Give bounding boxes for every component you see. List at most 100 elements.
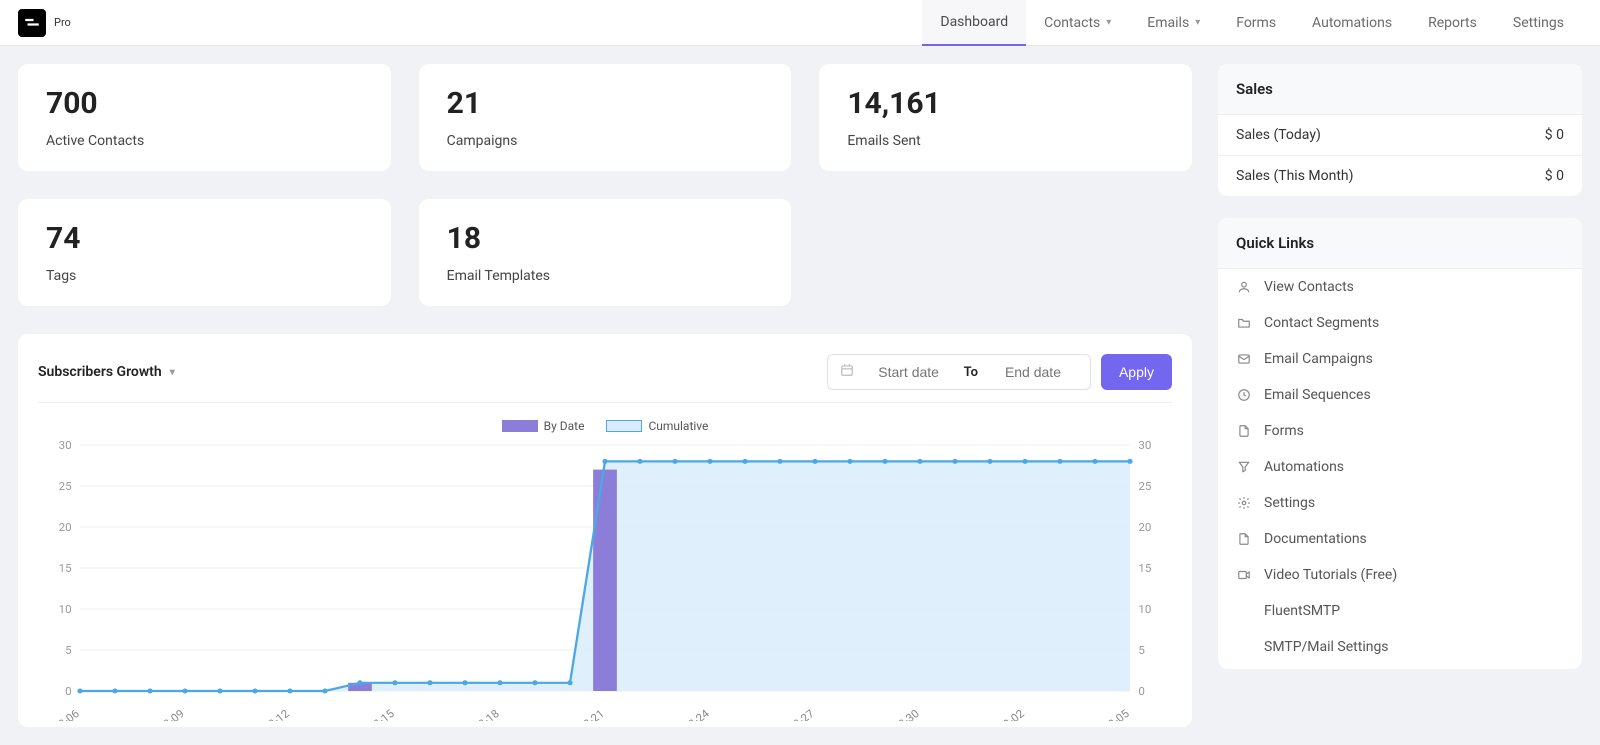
brand: Pro — [18, 9, 71, 37]
svg-text:08-06: 08-06 — [51, 707, 82, 721]
sales-row: Sales (Today)$ 0 — [1218, 115, 1582, 156]
svg-text:0: 0 — [1138, 685, 1144, 698]
file-icon — [1236, 532, 1252, 546]
quick-link-label: Documentations — [1264, 531, 1367, 547]
date-range-picker[interactable]: To — [827, 354, 1091, 390]
emails-sent-value: 14,161 — [847, 86, 1164, 121]
svg-text:08-27: 08-27 — [786, 707, 817, 721]
stat-cards: 700 Active Contacts 21 Campaigns 14,161 … — [18, 64, 1192, 306]
brand-logo — [18, 9, 46, 37]
legend-cumulative[interactable]: Cumulative — [606, 419, 708, 433]
quick-link-item[interactable]: Email Sequences — [1218, 377, 1582, 413]
sales-row: Sales (This Month)$ 0 — [1218, 156, 1582, 196]
quick-link-item[interactable]: View Contacts — [1218, 269, 1582, 305]
nav-settings[interactable]: Settings — [1495, 0, 1582, 46]
svg-text:08-21: 08-21 — [576, 707, 607, 721]
nav-forms[interactable]: Forms — [1218, 0, 1294, 46]
campaigns-value: 21 — [447, 86, 764, 121]
svg-text:08-12: 08-12 — [261, 707, 292, 721]
nav-dashboard-label: Dashboard — [940, 14, 1008, 30]
swatch-bar-icon — [502, 420, 538, 432]
chart-area: 00551010151520202525303008-0608-0908-120… — [38, 441, 1172, 721]
legend-cumulative-label: Cumulative — [648, 419, 708, 433]
svg-text:25: 25 — [59, 480, 72, 493]
quick-link-item[interactable]: FluentSMTP — [1218, 593, 1582, 629]
card-tags: 74 Tags — [18, 199, 391, 306]
svg-text:15: 15 — [59, 562, 72, 575]
start-date-input[interactable] — [864, 364, 954, 380]
svg-text:08-30: 08-30 — [891, 707, 922, 721]
nav-settings-label: Settings — [1513, 15, 1564, 31]
svg-text:08-24: 08-24 — [681, 707, 713, 721]
quick-link-label: Forms — [1264, 423, 1304, 439]
email-templates-label: Email Templates — [447, 268, 764, 284]
gear-icon — [1236, 496, 1252, 510]
chart-legend: By Date Cumulative — [38, 419, 1172, 433]
quick-link-item[interactable]: Forms — [1218, 413, 1582, 449]
nav-dashboard[interactable]: Dashboard — [922, 0, 1026, 46]
quick-links-title: Quick Links — [1218, 218, 1582, 269]
end-date-input[interactable] — [988, 364, 1078, 380]
card-campaigns: 21 Campaigns — [419, 64, 792, 171]
svg-text:08-18: 08-18 — [471, 707, 502, 721]
date-range-to-label: To — [964, 365, 978, 380]
svg-text:5: 5 — [1138, 644, 1144, 657]
sales-row-label: Sales (This Month) — [1236, 168, 1354, 184]
chevron-down-icon: ▾ — [170, 367, 175, 378]
filter-icon — [1236, 460, 1252, 474]
sales-panel-title: Sales — [1218, 64, 1582, 115]
nav-reports-label: Reports — [1428, 15, 1477, 31]
chart-panel: Subscribers Growth ▾ To Apply — [18, 334, 1192, 727]
swatch-line-icon — [606, 420, 642, 432]
active-contacts-value: 700 — [46, 86, 363, 121]
svg-text:25: 25 — [1138, 480, 1151, 493]
card-email-templates: 18 Email Templates — [419, 199, 792, 306]
email-templates-value: 18 — [447, 221, 764, 256]
card-emails-sent: 14,161 Emails Sent — [819, 64, 1192, 171]
nav-automations[interactable]: Automations — [1294, 0, 1410, 46]
svg-text:09-05: 09-05 — [1101, 707, 1132, 721]
quick-link-label: FluentSMTP — [1264, 603, 1340, 619]
quick-link-label: Contact Segments — [1264, 315, 1379, 331]
chart-title-label: Subscribers Growth — [38, 364, 162, 380]
quick-link-item[interactable]: Contact Segments — [1218, 305, 1582, 341]
quick-link-label: Email Campaigns — [1264, 351, 1373, 367]
quick-link-item[interactable]: Email Campaigns — [1218, 341, 1582, 377]
quick-link-label: View Contacts — [1264, 279, 1354, 295]
svg-text:0: 0 — [65, 685, 71, 698]
tags-label: Tags — [46, 268, 363, 284]
sales-panel: Sales Sales (Today)$ 0Sales (This Month)… — [1218, 64, 1582, 196]
video-icon — [1236, 568, 1252, 582]
mail-icon — [1236, 352, 1252, 366]
nav-reports[interactable]: Reports — [1410, 0, 1495, 46]
apply-button[interactable]: Apply — [1101, 354, 1172, 390]
nav-forms-label: Forms — [1236, 15, 1276, 31]
legend-by-date[interactable]: By Date — [502, 419, 585, 433]
svg-text:5: 5 — [65, 644, 71, 657]
quick-link-label: Email Sequences — [1264, 387, 1371, 403]
emails-sent-label: Emails Sent — [847, 133, 1164, 149]
quick-link-item[interactable]: Documentations — [1218, 521, 1582, 557]
quick-link-item[interactable]: Settings — [1218, 485, 1582, 521]
quick-link-item[interactable]: Automations — [1218, 449, 1582, 485]
chart-controls: To Apply — [827, 354, 1172, 390]
active-contacts-label: Active Contacts — [46, 133, 363, 149]
nav-emails-label: Emails — [1147, 15, 1189, 31]
quick-link-item[interactable]: SMTP/Mail Settings — [1218, 629, 1582, 669]
main-column: 700 Active Contacts 21 Campaigns 14,161 … — [18, 64, 1192, 727]
quick-link-item[interactable]: Video Tutorials (Free) — [1218, 557, 1582, 593]
page: 700 Active Contacts 21 Campaigns 14,161 … — [0, 46, 1600, 745]
nav-emails[interactable]: Emails▾ — [1129, 0, 1218, 46]
user-icon — [1236, 280, 1252, 294]
quick-link-label: SMTP/Mail Settings — [1264, 639, 1389, 655]
top-nav: Dashboard Contacts▾ Emails▾ Forms Automa… — [922, 0, 1582, 46]
chart-title-dropdown[interactable]: Subscribers Growth ▾ — [38, 364, 175, 380]
chart-header: Subscribers Growth ▾ To Apply — [38, 354, 1172, 403]
quick-link-label: Automations — [1264, 459, 1344, 475]
nav-contacts-label: Contacts — [1044, 15, 1100, 31]
nav-contacts[interactable]: Contacts▾ — [1026, 0, 1129, 46]
sales-row-label: Sales (Today) — [1236, 127, 1321, 143]
svg-text:08-09: 08-09 — [156, 707, 187, 721]
tags-value: 74 — [46, 221, 363, 256]
quick-link-label: Settings — [1264, 495, 1315, 511]
